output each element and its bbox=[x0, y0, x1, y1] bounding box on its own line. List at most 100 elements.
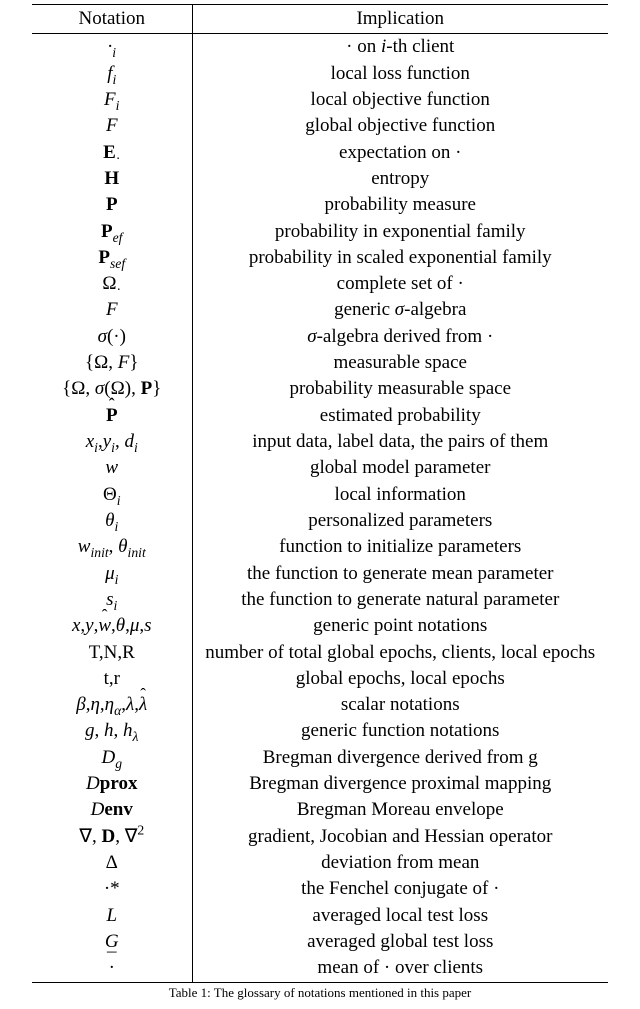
notation-cell: g, h, hλ bbox=[32, 718, 192, 744]
implication-cell: mean of · over clients bbox=[192, 955, 608, 982]
notation-cell: Fi bbox=[32, 87, 192, 113]
notation-cell: xi,yi, di bbox=[32, 429, 192, 455]
table-row: Fglobal objective function bbox=[32, 113, 608, 139]
table-row: Δdeviation from mean bbox=[32, 850, 608, 876]
table-row: E·expectation on · bbox=[32, 140, 608, 166]
implication-cell: input data, label data, the pairs of the… bbox=[192, 429, 608, 455]
table-row: ·*the Fenchel conjugate of · bbox=[32, 876, 608, 902]
table-row: Fgeneric σ-algebra bbox=[32, 297, 608, 323]
notation-cell: t,r bbox=[32, 666, 192, 692]
notation-cell: w bbox=[32, 455, 192, 481]
table-row: {Ω, σ(Ω), P}probability measurable space bbox=[32, 376, 608, 402]
notation-cell: P bbox=[32, 403, 192, 429]
implication-cell: generic function notations bbox=[192, 718, 608, 744]
notation-cell: ∇, D, ∇2 bbox=[32, 824, 192, 850]
implication-cell: global model parameter bbox=[192, 455, 608, 481]
table-row: sithe function to generate natural param… bbox=[32, 587, 608, 613]
table-row: ∇, D, ∇2gradient, Jocobian and Hessian o… bbox=[32, 824, 608, 850]
implication-cell: estimated probability bbox=[192, 403, 608, 429]
table-row: Laveraged local test loss bbox=[32, 903, 608, 929]
implication-cell: probability measure bbox=[192, 192, 608, 218]
notation-cell: F bbox=[32, 113, 192, 139]
table-row: winit, θinitfunction to initialize param… bbox=[32, 534, 608, 560]
table-row: Ω·complete set of · bbox=[32, 271, 608, 297]
implication-cell: σ-algebra derived from · bbox=[192, 324, 608, 350]
notation-table: Notation Implication ·i· on i-th clientf… bbox=[32, 4, 608, 983]
notation-cell: L bbox=[32, 903, 192, 929]
notation-cell: σ(·) bbox=[32, 324, 192, 350]
implication-cell: generic σ-algebra bbox=[192, 297, 608, 323]
table-row: Pprobability measure bbox=[32, 192, 608, 218]
notation-cell: ·* bbox=[32, 876, 192, 902]
notation-cell: Denv bbox=[32, 797, 192, 823]
implication-cell: probability in exponential family bbox=[192, 219, 608, 245]
implication-cell: probability measurable space bbox=[192, 376, 608, 402]
notation-cell: ·i bbox=[32, 34, 192, 61]
implication-cell: Bregman divergence proximal mapping bbox=[192, 771, 608, 797]
table-row: DenvBregman Moreau envelope bbox=[32, 797, 608, 823]
notation-cell: E· bbox=[32, 140, 192, 166]
notation-cell: Θi bbox=[32, 482, 192, 508]
table-row: θipersonalized parameters bbox=[32, 508, 608, 534]
notation-cell: Ω· bbox=[32, 271, 192, 297]
table-row: DproxBregman divergence proximal mapping bbox=[32, 771, 608, 797]
table-header-row: Notation Implication bbox=[32, 5, 608, 34]
notation-cell: Pef bbox=[32, 219, 192, 245]
table-row: β,η,ηα,λ,λscalar notations bbox=[32, 692, 608, 718]
header-notation: Notation bbox=[32, 5, 192, 34]
implication-cell: probability in scaled exponential family bbox=[192, 245, 608, 271]
table-row: ·i· on i-th client bbox=[32, 34, 608, 61]
notation-cell: Psef bbox=[32, 245, 192, 271]
table-row: filocal loss function bbox=[32, 61, 608, 87]
notation-cell: H bbox=[32, 166, 192, 192]
table-row: Psefprobability in scaled exponential fa… bbox=[32, 245, 608, 271]
table-row: Filocal objective function bbox=[32, 87, 608, 113]
table-row: {Ω, F}measurable space bbox=[32, 350, 608, 376]
notation-cell: P bbox=[32, 192, 192, 218]
implication-cell: complete set of · bbox=[192, 271, 608, 297]
notation-cell: winit, θinit bbox=[32, 534, 192, 560]
table-row: Hentropy bbox=[32, 166, 608, 192]
notation-cell: Δ bbox=[32, 850, 192, 876]
notation-cell: F bbox=[32, 297, 192, 323]
implication-cell: Bregman Moreau envelope bbox=[192, 797, 608, 823]
implication-cell: entropy bbox=[192, 166, 608, 192]
table-row: T,N,Rnumber of total global epochs, clie… bbox=[32, 640, 608, 666]
table-row: t,rglobal epochs, local epochs bbox=[32, 666, 608, 692]
implication-cell: number of total global epochs, clients, … bbox=[192, 640, 608, 666]
implication-cell: function to initialize parameters bbox=[192, 534, 608, 560]
implication-cell: averaged global test loss bbox=[192, 929, 608, 955]
notation-cell: Dg bbox=[32, 745, 192, 771]
table-row: Pefprobability in exponential family bbox=[32, 219, 608, 245]
implication-cell: gradient, Jocobian and Hessian operator bbox=[192, 824, 608, 850]
notation-cell: μi bbox=[32, 561, 192, 587]
table-row: ·mean of · over clients bbox=[32, 955, 608, 982]
table-row: Θilocal information bbox=[32, 482, 608, 508]
implication-cell: the function to generate mean parameter bbox=[192, 561, 608, 587]
table-row: xi,yi, diinput data, label data, the pai… bbox=[32, 429, 608, 455]
implication-cell: deviation from mean bbox=[192, 850, 608, 876]
implication-cell: averaged local test loss bbox=[192, 903, 608, 929]
implication-cell: global objective function bbox=[192, 113, 608, 139]
implication-cell: measurable space bbox=[192, 350, 608, 376]
table-row: g, h, hλgeneric function notations bbox=[32, 718, 608, 744]
notation-cell: {Ω, F} bbox=[32, 350, 192, 376]
table-row: Pestimated probability bbox=[32, 403, 608, 429]
table-row: σ(·)σ-algebra derived from · bbox=[32, 324, 608, 350]
notation-cell: Dprox bbox=[32, 771, 192, 797]
table-row: DgBregman divergence derived from g bbox=[32, 745, 608, 771]
implication-cell: scalar notations bbox=[192, 692, 608, 718]
notation-cell: x,y,w,θ,μ,s bbox=[32, 613, 192, 639]
table-caption: Table 1: The glossary of notations menti… bbox=[32, 985, 608, 1001]
notation-cell: · bbox=[32, 955, 192, 982]
implication-cell: local objective function bbox=[192, 87, 608, 113]
table-row: x,y,w,θ,μ,sgeneric point notations bbox=[32, 613, 608, 639]
table-row: Gaveraged global test loss bbox=[32, 929, 608, 955]
implication-cell: Bregman divergence derived from g bbox=[192, 745, 608, 771]
notation-cell: T,N,R bbox=[32, 640, 192, 666]
notation-cell: β,η,ηα,λ,λ bbox=[32, 692, 192, 718]
notation-cell: θi bbox=[32, 508, 192, 534]
implication-cell: personalized parameters bbox=[192, 508, 608, 534]
header-implication: Implication bbox=[192, 5, 608, 34]
implication-cell: expectation on · bbox=[192, 140, 608, 166]
